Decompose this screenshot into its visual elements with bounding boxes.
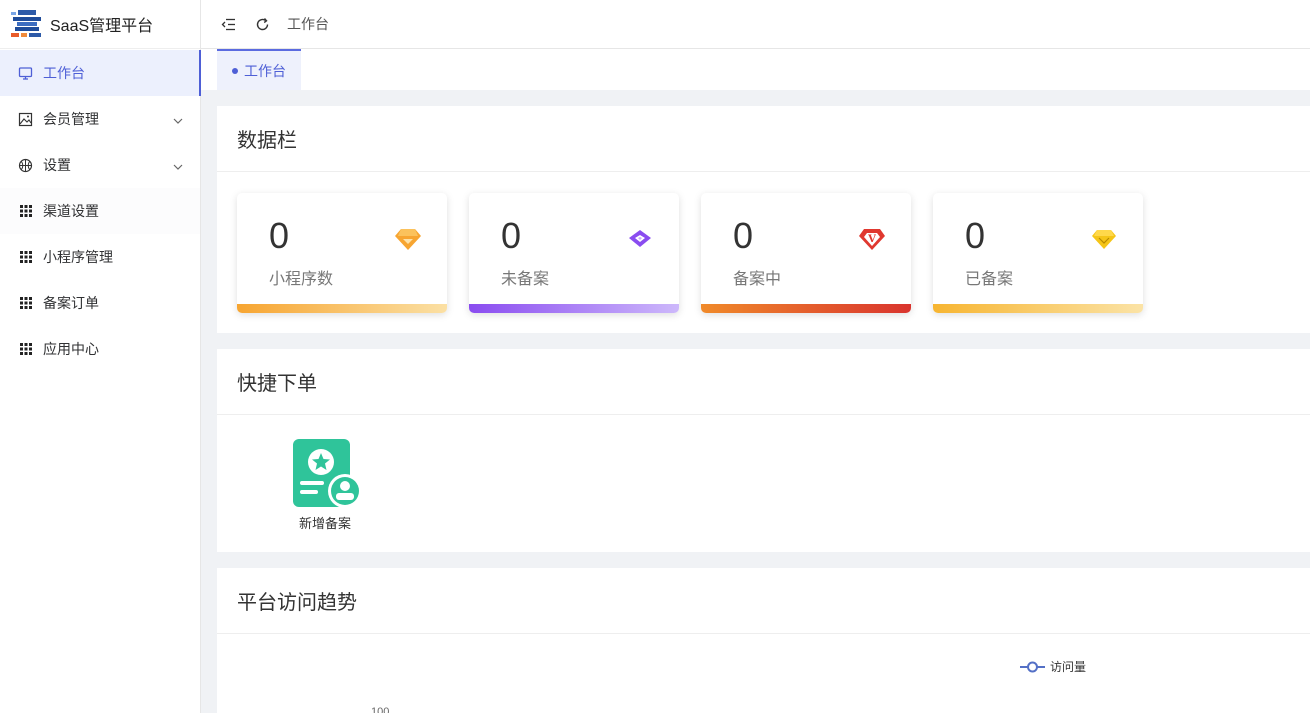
grid-icon [18, 342, 33, 357]
sidebar-item-label: 渠道设置 [43, 203, 99, 219]
stat-label: 备案中 [733, 271, 782, 288]
panel-title: 平台访问趋势 [217, 568, 1310, 634]
stat-value: 0 [965, 215, 986, 256]
data-panel: 数据栏 0 小程序数 0 未备案 0 备案中 V 0 已备案 [217, 106, 1310, 333]
stat-card-not-filed[interactable]: 0 未备案 [469, 193, 679, 313]
refresh-icon[interactable] [252, 14, 272, 34]
sidebar-item-filing-orders[interactable]: 备案订单 [0, 280, 200, 326]
sidebar-item-label: 应用中心 [43, 341, 99, 357]
sidebar-item-miniprogram[interactable]: 小程序管理 [0, 234, 200, 280]
app-title: SaaS管理平台 [50, 18, 154, 35]
panel-title: 数据栏 [217, 106, 1310, 172]
sidebar-item-workbench[interactable]: 工作台 [0, 50, 201, 96]
stat-card-bar [237, 304, 447, 313]
sidebar-item-app-center[interactable]: 应用中心 [0, 326, 200, 372]
sidebar-item-settings[interactable]: 设置 [0, 142, 200, 188]
monitor-icon [18, 66, 33, 81]
stat-card-filing[interactable]: 0 备案中 V [701, 193, 911, 313]
tab-workbench[interactable]: 工作台 [217, 49, 301, 90]
sidebar-item-label: 工作台 [43, 65, 85, 81]
stat-label: 小程序数 [269, 271, 334, 288]
sidebar-item-label: 会员管理 [43, 111, 99, 127]
sidebar-item-label: 小程序管理 [43, 249, 113, 265]
quick-item-label: 新增备案 [298, 516, 351, 531]
grid-icon [18, 250, 33, 265]
basketball-icon [18, 158, 33, 173]
sidebar-item-channel-settings[interactable]: 渠道设置 [0, 188, 200, 234]
tab-label: 工作台 [244, 62, 286, 79]
quick-order-panel: 快捷下单 新增备案 [217, 349, 1310, 552]
stat-card-miniprogram-count[interactable]: 0 小程序数 [237, 193, 447, 313]
stat-label: 已备案 [965, 271, 1014, 288]
logo-icon [9, 9, 43, 39]
legend-line-icon [1020, 661, 1045, 673]
active-dot-icon [232, 67, 238, 74]
y-axis-tick: 100 [371, 706, 390, 713]
stat-card-filed[interactable]: 0 已备案 [933, 193, 1143, 313]
grid-icon [18, 204, 33, 219]
tabs-bar: 工作台 [201, 49, 1310, 90]
sidebar-item-label: 备案订单 [43, 295, 99, 311]
panel-title: 快捷下单 [217, 349, 1310, 415]
quick-item-new-filing[interactable]: 新增备案 [290, 439, 362, 532]
stat-card-bar [469, 304, 679, 313]
purple-diamond-icon [626, 226, 654, 252]
stat-card-bar [701, 304, 911, 313]
red-vip-icon: V [858, 226, 886, 252]
chart-legend[interactable]: 访问量 [1020, 658, 1086, 675]
visit-trend-panel: 平台访问趋势 访问量 100 [217, 568, 1310, 713]
legend-label: 访问量 [1050, 660, 1087, 674]
orange-diamond-icon [394, 226, 422, 252]
chevron-down-icon [173, 159, 183, 175]
sidebar-item-label: 设置 [43, 157, 71, 173]
stat-value: 0 [733, 215, 754, 256]
stat-value: 0 [269, 215, 290, 256]
stat-card-bar [933, 304, 1143, 313]
sidebar: SaaS管理平台 工作台 会员管理 设置 渠道设置 小程序管理 备案订单 应用中… [0, 0, 201, 713]
breadcrumb[interactable]: 工作台 [287, 14, 329, 34]
yellow-diamond-icon [1090, 226, 1118, 252]
grid-icon [18, 296, 33, 311]
collapse-menu-icon[interactable] [218, 14, 238, 34]
logo-area[interactable]: SaaS管理平台 [0, 0, 200, 49]
stat-label: 未备案 [501, 271, 550, 288]
image-icon [18, 112, 33, 127]
sidebar-item-members[interactable]: 会员管理 [0, 96, 200, 142]
stat-value: 0 [501, 215, 522, 256]
svg-text:V: V [867, 234, 876, 245]
top-bar: 工作台 [201, 0, 1310, 49]
chevron-down-icon [173, 113, 183, 129]
certificate-icon [290, 439, 362, 509]
